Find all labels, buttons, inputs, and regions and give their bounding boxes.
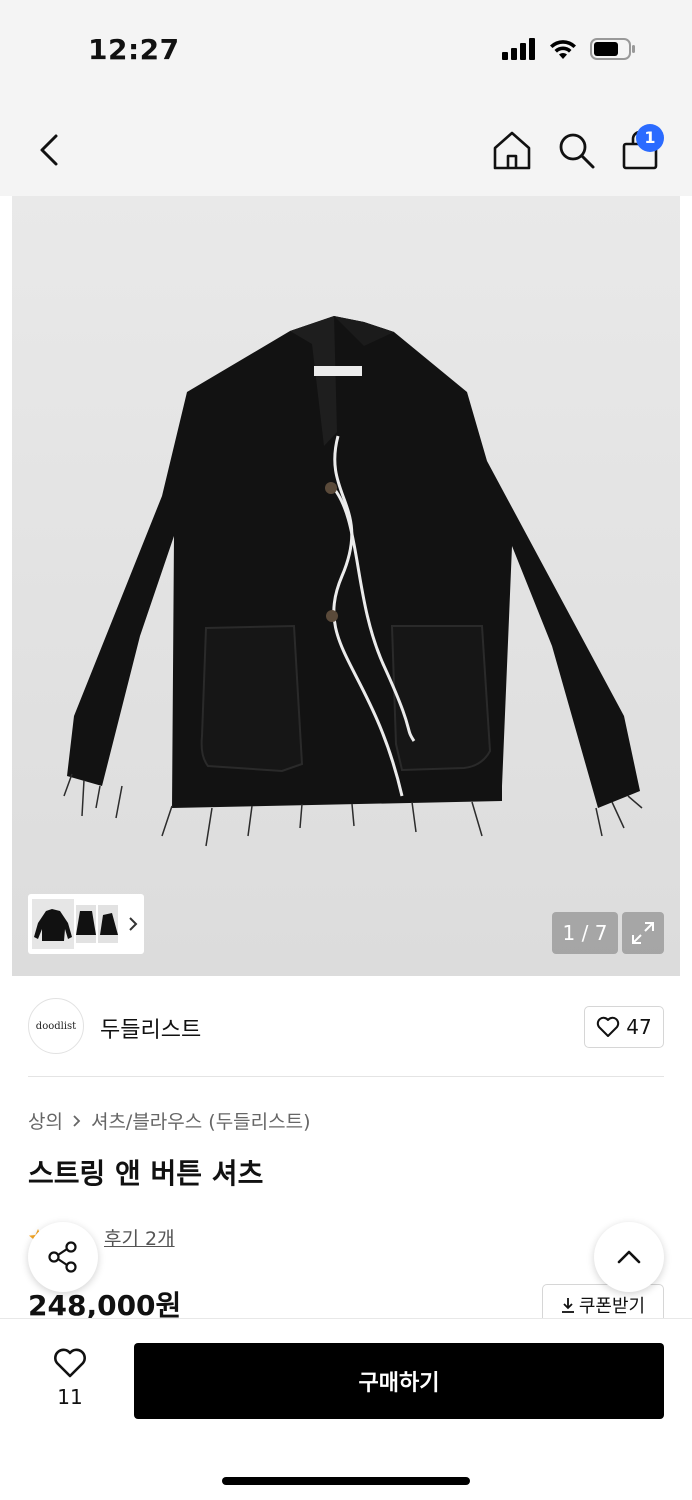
- breadcrumb: 상의 셔츠/블라우스 (두들리스트): [28, 1107, 311, 1134]
- chevron-up-icon: [617, 1250, 641, 1264]
- buy-button[interactable]: 구매하기: [134, 1343, 664, 1419]
- share-icon: [48, 1241, 77, 1273]
- wifi-icon: [550, 40, 576, 59]
- heart-icon: [54, 1348, 86, 1378]
- expand-button[interactable]: [622, 912, 664, 954]
- wishlist-button[interactable]: 11: [36, 1347, 104, 1417]
- home-indicator: [222, 1477, 470, 1485]
- download-icon: [561, 1298, 574, 1313]
- brand-like-count: 47: [626, 1015, 652, 1039]
- chevron-right-icon: [73, 1114, 81, 1127]
- signal-icon: [502, 38, 535, 60]
- brand-logo[interactable]: doodlist: [28, 998, 84, 1054]
- product-image[interactable]: [12, 196, 680, 976]
- breadcrumb-subcategory[interactable]: 셔츠/블라우스 (두들리스트): [91, 1107, 311, 1134]
- brand-name[interactable]: 두들리스트: [100, 1012, 201, 1044]
- thumbnail-shirt-image: [76, 911, 96, 935]
- thumbnail-shirt-image: [34, 909, 72, 941]
- share-button[interactable]: [28, 1222, 98, 1292]
- review-link[interactable]: 후기 2개: [104, 1224, 175, 1251]
- brand-logo-text: doodlist: [35, 1020, 77, 1032]
- battery-icon: [590, 38, 635, 60]
- search-icon[interactable]: [554, 128, 598, 172]
- product-title: 스트링 앤 버튼 셔츠: [28, 1157, 264, 1190]
- cart-badge: 1: [636, 124, 664, 152]
- expand-icon: [632, 922, 654, 944]
- shirt-illustration: [63, 316, 643, 847]
- thumbnail-shirt-image: [100, 913, 118, 935]
- top-nav: [0, 100, 692, 196]
- brand-like-button[interactable]: 47: [584, 1006, 664, 1048]
- thumbnail-3[interactable]: [98, 905, 118, 943]
- bottom-action-bar: 11 구매하기: [0, 1318, 692, 1500]
- status-bar: 12:27: [0, 0, 692, 100]
- brand-row: doodlist 두들리스트 47: [28, 998, 664, 1054]
- coupon-label: 쿠폰받기: [578, 1296, 646, 1317]
- scroll-top-button[interactable]: [594, 1222, 664, 1292]
- status-icons: [502, 38, 636, 60]
- thumbnail-1[interactable]: [32, 899, 74, 949]
- thumbnail-strip[interactable]: [28, 894, 144, 954]
- divider: [28, 1076, 664, 1077]
- back-icon[interactable]: [30, 128, 70, 172]
- thumbnail-2[interactable]: [76, 905, 96, 943]
- image-counter: 1 / 7: [552, 912, 618, 954]
- status-time: 12:27: [88, 33, 180, 66]
- chevron-right-icon[interactable]: [126, 914, 140, 934]
- home-icon[interactable]: [490, 128, 534, 172]
- heart-icon: [597, 1016, 620, 1037]
- breadcrumb-category[interactable]: 상의: [28, 1107, 63, 1134]
- wishlist-count: 11: [57, 1385, 83, 1409]
